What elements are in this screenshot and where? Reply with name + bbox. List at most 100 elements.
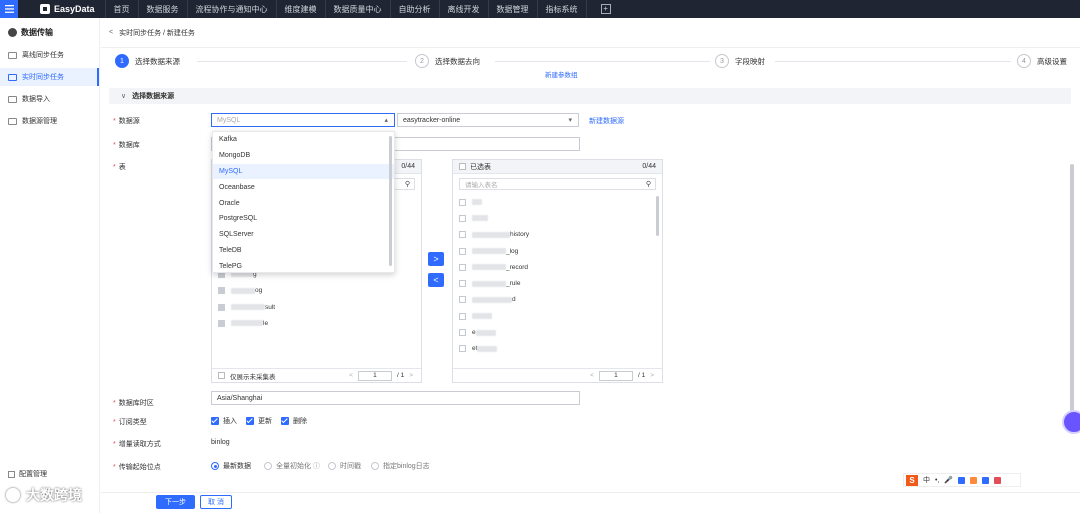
nav-item-workflow[interactable]: 流程协作与通知中心 xyxy=(186,0,276,18)
data-transfer-icon xyxy=(8,27,17,37)
cancel-button[interactable]: 取 消 xyxy=(200,495,232,509)
start-binlog-radio[interactable]: 指定binlog日志 xyxy=(371,461,430,471)
menu-icon[interactable] xyxy=(0,0,18,18)
plus-icon: + xyxy=(600,4,611,14)
move-right-button[interactable]: > xyxy=(428,252,444,266)
sidebar-item-realtime-sync[interactable]: 实时同步任务 xyxy=(0,68,99,86)
list-item[interactable]: _rule xyxy=(453,275,662,291)
nav-item-metrics[interactable]: 指标系统 xyxy=(536,0,586,18)
list-item[interactable]: d xyxy=(453,292,662,308)
nav-item-home[interactable]: 首页 xyxy=(104,0,138,18)
dropdown-option-telepg[interactable]: TelePG xyxy=(213,258,394,274)
select-all-checkbox[interactable] xyxy=(459,163,466,170)
watermark-logo: 大数跨境 xyxy=(6,485,82,505)
next-page-icon[interactable]: > xyxy=(650,372,654,379)
nav-item-dimension-modeling[interactable]: 维度建模 xyxy=(275,0,325,18)
dropdown-option-mysql[interactable]: MySQL xyxy=(213,163,394,180)
selected-table-header: 已选表 0/44 xyxy=(453,160,662,174)
chevron-down-icon: ∨ xyxy=(121,93,127,100)
nav-item-self-analysis[interactable]: 自助分析 xyxy=(389,0,439,18)
nav-item-offline-dev[interactable]: 离线开发 xyxy=(438,0,488,18)
list-item[interactable] xyxy=(453,308,662,324)
datasource-label: * 数据源 xyxy=(113,118,140,125)
next-step-button[interactable]: 下一步 xyxy=(156,495,195,509)
dropdown-option-sqlserver[interactable]: SQLServer xyxy=(213,227,394,243)
source-page-input[interactable]: 1 xyxy=(357,370,392,381)
new-datasource-link[interactable]: 新建数据源 xyxy=(589,116,624,126)
list-item[interactable]: e xyxy=(453,324,662,340)
back-chevron-icon[interactable]: < xyxy=(109,29,113,36)
search-icon[interactable]: ⚲ xyxy=(405,180,410,188)
data-import-icon xyxy=(8,95,17,103)
subscribe-insert-checkbox[interactable]: 插入 xyxy=(211,416,237,426)
tool-icon[interactable] xyxy=(994,476,1002,484)
selected-table-search[interactable]: 请输入表名 ⚲ xyxy=(459,178,656,190)
grid-icon[interactable] xyxy=(982,476,990,484)
selected-list-scrollbar[interactable] xyxy=(656,196,659,236)
prev-page-icon[interactable]: < xyxy=(590,372,594,379)
brand-logo[interactable]: EasyData xyxy=(40,4,95,14)
nav-item-data-service[interactable]: 数据服务 xyxy=(137,0,187,18)
microphone-icon[interactable]: 🎤 xyxy=(944,476,953,484)
start-timestamp-radio[interactable]: 时间戳 xyxy=(328,461,361,471)
datasource-instance-select[interactable]: easytracker-online ▾ xyxy=(397,113,579,127)
dropdown-option-oceanbase[interactable]: Oceanbase xyxy=(213,179,394,195)
sidebar-item-datasource-management[interactable]: 数据源管理 xyxy=(0,112,99,130)
realtime-sync-icon xyxy=(8,73,17,81)
step-2[interactable]: 2 选择数据去向 xyxy=(415,54,480,68)
dropdown-scrollbar[interactable] xyxy=(389,136,392,266)
list-item[interactable]: history xyxy=(453,227,662,243)
list-item[interactable]: _record xyxy=(453,259,662,275)
table-label: * 表 xyxy=(113,164,126,171)
skin-icon[interactable] xyxy=(970,476,978,484)
ime-lang[interactable]: 中 xyxy=(923,475,930,485)
breadcrumb-text: 实时同步任务 / 新建任务 xyxy=(119,29,195,37)
subscribe-update-checkbox[interactable]: 更新 xyxy=(246,416,272,426)
dropdown-option-kafka[interactable]: Kafka xyxy=(213,132,394,148)
list-item[interactable]: et xyxy=(453,341,662,357)
list-item[interactable] xyxy=(453,210,662,226)
keyboard-icon[interactable] xyxy=(958,476,966,484)
main-content: < 实时同步任务 / 新建任务 1 选择数据来源 2 选择数据去向 3 字段映射… xyxy=(101,18,1080,513)
step-3[interactable]: 3 字段映射 xyxy=(715,54,765,68)
list-item[interactable]: sult xyxy=(212,299,421,315)
nav-item-data-management[interactable]: 数据管理 xyxy=(487,0,537,18)
next-page-icon[interactable]: > xyxy=(409,372,413,379)
selected-page-input[interactable]: 1 xyxy=(598,370,633,381)
datasource-type-select[interactable]: MySQL ▴ xyxy=(211,113,395,127)
sidebar-item-config-management[interactable]: 配置管理 xyxy=(8,469,47,479)
timezone-input[interactable]: Asia/Shanghai xyxy=(211,391,580,405)
dropdown-option-teledb[interactable]: TeleDB xyxy=(213,243,394,259)
move-left-button[interactable]: < xyxy=(428,273,444,287)
new-param-group-link[interactable]: 新建参数组 xyxy=(545,69,578,79)
section-header[interactable]: ∨ 选择数据来源 xyxy=(109,88,1071,104)
nav-item-data-quality[interactable]: 数据质量中心 xyxy=(324,0,390,18)
punctuation-icon[interactable]: •, xyxy=(935,477,939,484)
show-uncollected-checkbox[interactable] xyxy=(218,372,225,379)
list-item[interactable]: _log xyxy=(453,243,662,259)
nav-item-add[interactable]: + xyxy=(585,0,619,18)
database-label: * 数据库 xyxy=(113,142,140,149)
selected-table-list: 已选表 0/44 请输入表名 ⚲ history _log _record _r… xyxy=(452,159,663,383)
start-full-init-radio[interactable]: 全量初始化 ⓘ xyxy=(264,461,320,471)
dropdown-option-postgresql[interactable]: PostgreSQL xyxy=(213,211,394,227)
prev-page-icon[interactable]: < xyxy=(349,372,353,379)
sidebar-item-offline-sync[interactable]: 离线同步任务 xyxy=(0,46,99,64)
subscribe-delete-checkbox[interactable]: 删除 xyxy=(281,416,307,426)
start-latest-radio[interactable]: 最新数据 xyxy=(211,461,251,471)
ime-logo[interactable]: S xyxy=(906,474,918,486)
page-scrollbar[interactable] xyxy=(1070,164,1074,434)
list-item[interactable]: le xyxy=(212,315,421,331)
sidebar-item-data-import[interactable]: 数据导入 xyxy=(0,90,99,108)
step-1[interactable]: 1 选择数据来源 xyxy=(115,54,180,68)
start-position-label: * 传输起始位点 xyxy=(113,464,161,471)
radio-icon xyxy=(328,462,336,470)
list-item[interactable]: og xyxy=(212,283,421,299)
list-item[interactable] xyxy=(453,194,662,210)
step-4[interactable]: 4 高级设置 xyxy=(1017,54,1067,68)
dropdown-option-mongodb[interactable]: MongoDB xyxy=(213,148,394,164)
assistant-float-button[interactable] xyxy=(1062,410,1080,434)
footer-bar: 下一步 取 消 xyxy=(101,492,1080,513)
search-icon[interactable]: ⚲ xyxy=(646,180,651,188)
dropdown-option-oracle[interactable]: Oracle xyxy=(213,195,394,211)
